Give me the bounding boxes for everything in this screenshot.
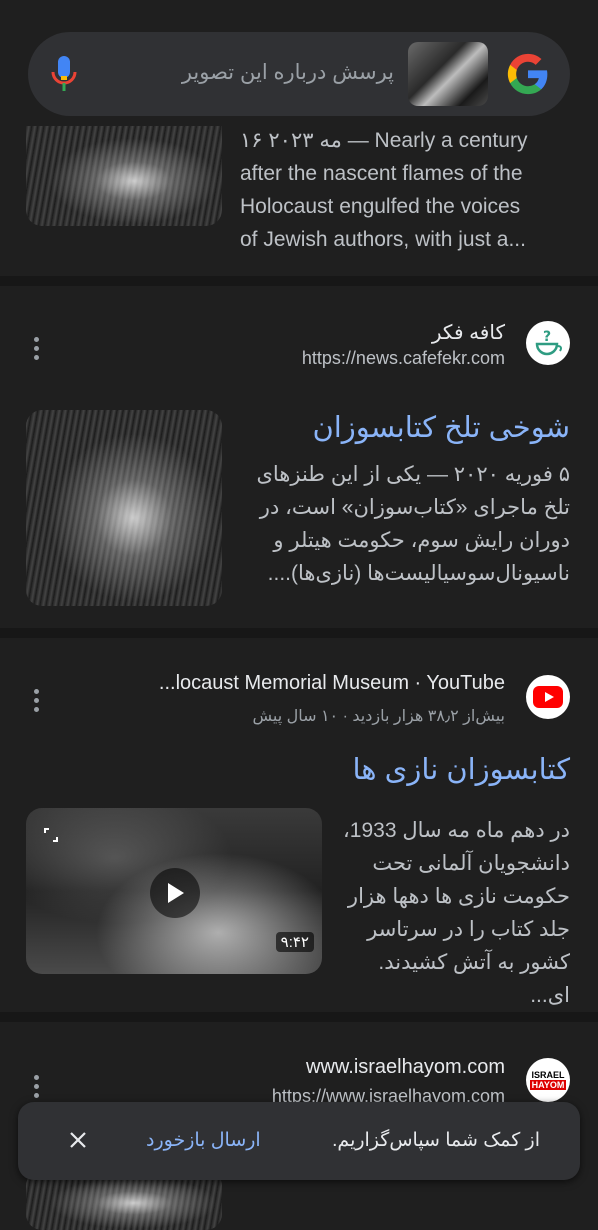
result-thumbnail[interactable] [26,126,222,226]
snippet-line: دانشجویان آلمانی تحت [372,852,570,875]
microphone-icon[interactable] [50,54,78,94]
svg-text:?: ? [543,329,551,345]
video-thumbnail[interactable]: ۹:۴۲ [26,808,322,974]
snippet-line: حکومت نازی ها دهها هزار [347,885,570,908]
card-divider [0,276,598,286]
cafefekr-favicon-icon: ? [526,321,570,365]
israelhayom-favicon-icon: ISRAEL HAYOM [526,1058,570,1102]
result-site-name[interactable]: www.israelhayom.com [306,1056,505,1079]
result-snippet: در دهم ماه مه سال 1933، دانشجویان آلمانی… [334,814,570,1012]
card-divider [0,628,598,638]
result-site-name[interactable]: ...locaust Memorial Museum · YouTube [159,672,505,695]
video-meta: بیش‌از ۳۸٫۲ هزار بازدید · ۱۰ سال پیش [252,708,505,725]
snippet-line: Holocaust engulfed the voices [240,195,521,218]
result-url[interactable]: https://news.cafefekr.com [302,348,505,369]
snippet-line: ۵ فوریه ۲۰۲۰ — یکی از این طنزهای [256,463,570,486]
favicon-text: HAYOM [529,1080,567,1090]
expand-icon[interactable] [44,828,58,842]
result-snippet: ۱۶ مه ۲۰۲۳ — Nearly a century after the … [240,124,570,256]
play-button[interactable] [150,868,200,918]
search-bar[interactable]: پرسش درباره این تصویر [28,32,570,116]
result-thumbnail[interactable] [26,410,222,606]
search-input[interactable]: پرسش درباره این تصویر [182,60,394,85]
snippet-line: کشور به آتش کشیدند. ای... [378,951,570,1007]
favicon-text: ISRAEL [531,1070,565,1080]
result-snippet: ۵ فوریه ۲۰۲۰ — یکی از این طنزهای تلخ ماج… [250,458,570,590]
snippet-line: تلخ ماجرای «کتاب‌سوزان» است، در [259,496,570,519]
snippet-line: در دهم ماه مه سال 1933، [343,819,570,842]
feedback-snackbar: از کمک شما سپاس‌گزاریم. ارسال بازخورد [18,1102,580,1180]
more-options-icon[interactable] [32,689,40,715]
snippet-line: ناسیونال‌سوسیالیست‌ها (نازی‌ها).... [267,562,570,585]
snippet-line: ۱۶ مه ۲۰۲۳ — Nearly a century [240,129,528,152]
snippet-line: دوران رایش سوم، حکومت هیتلر و [273,529,570,552]
google-logo-icon [507,53,548,95]
snippet-line: after the nascent flames of the [240,162,523,185]
more-options-icon[interactable] [32,1075,40,1101]
result-site-name[interactable]: کافه فکر [432,320,505,345]
result-title[interactable]: شوخی تلخ کتابسوزان [312,410,570,445]
play-icon [168,883,184,903]
send-feedback-button[interactable]: ارسال بازخورد [146,1129,261,1152]
card-divider [0,1012,598,1022]
result-title[interactable]: کتابسوزان نازی ها [352,752,570,787]
youtube-favicon-icon [526,675,570,719]
search-image-thumbnail[interactable] [408,42,488,106]
snippet-line: of Jewish authors, with just a... [240,228,526,251]
more-options-icon[interactable] [32,337,40,363]
snippet-line: جلد کتاب را در سرتاسر [367,918,570,941]
video-duration: ۹:۴۲ [275,932,314,952]
close-icon[interactable] [66,1128,90,1152]
snackbar-message: از کمک شما سپاس‌گزاریم. [332,1130,540,1151]
